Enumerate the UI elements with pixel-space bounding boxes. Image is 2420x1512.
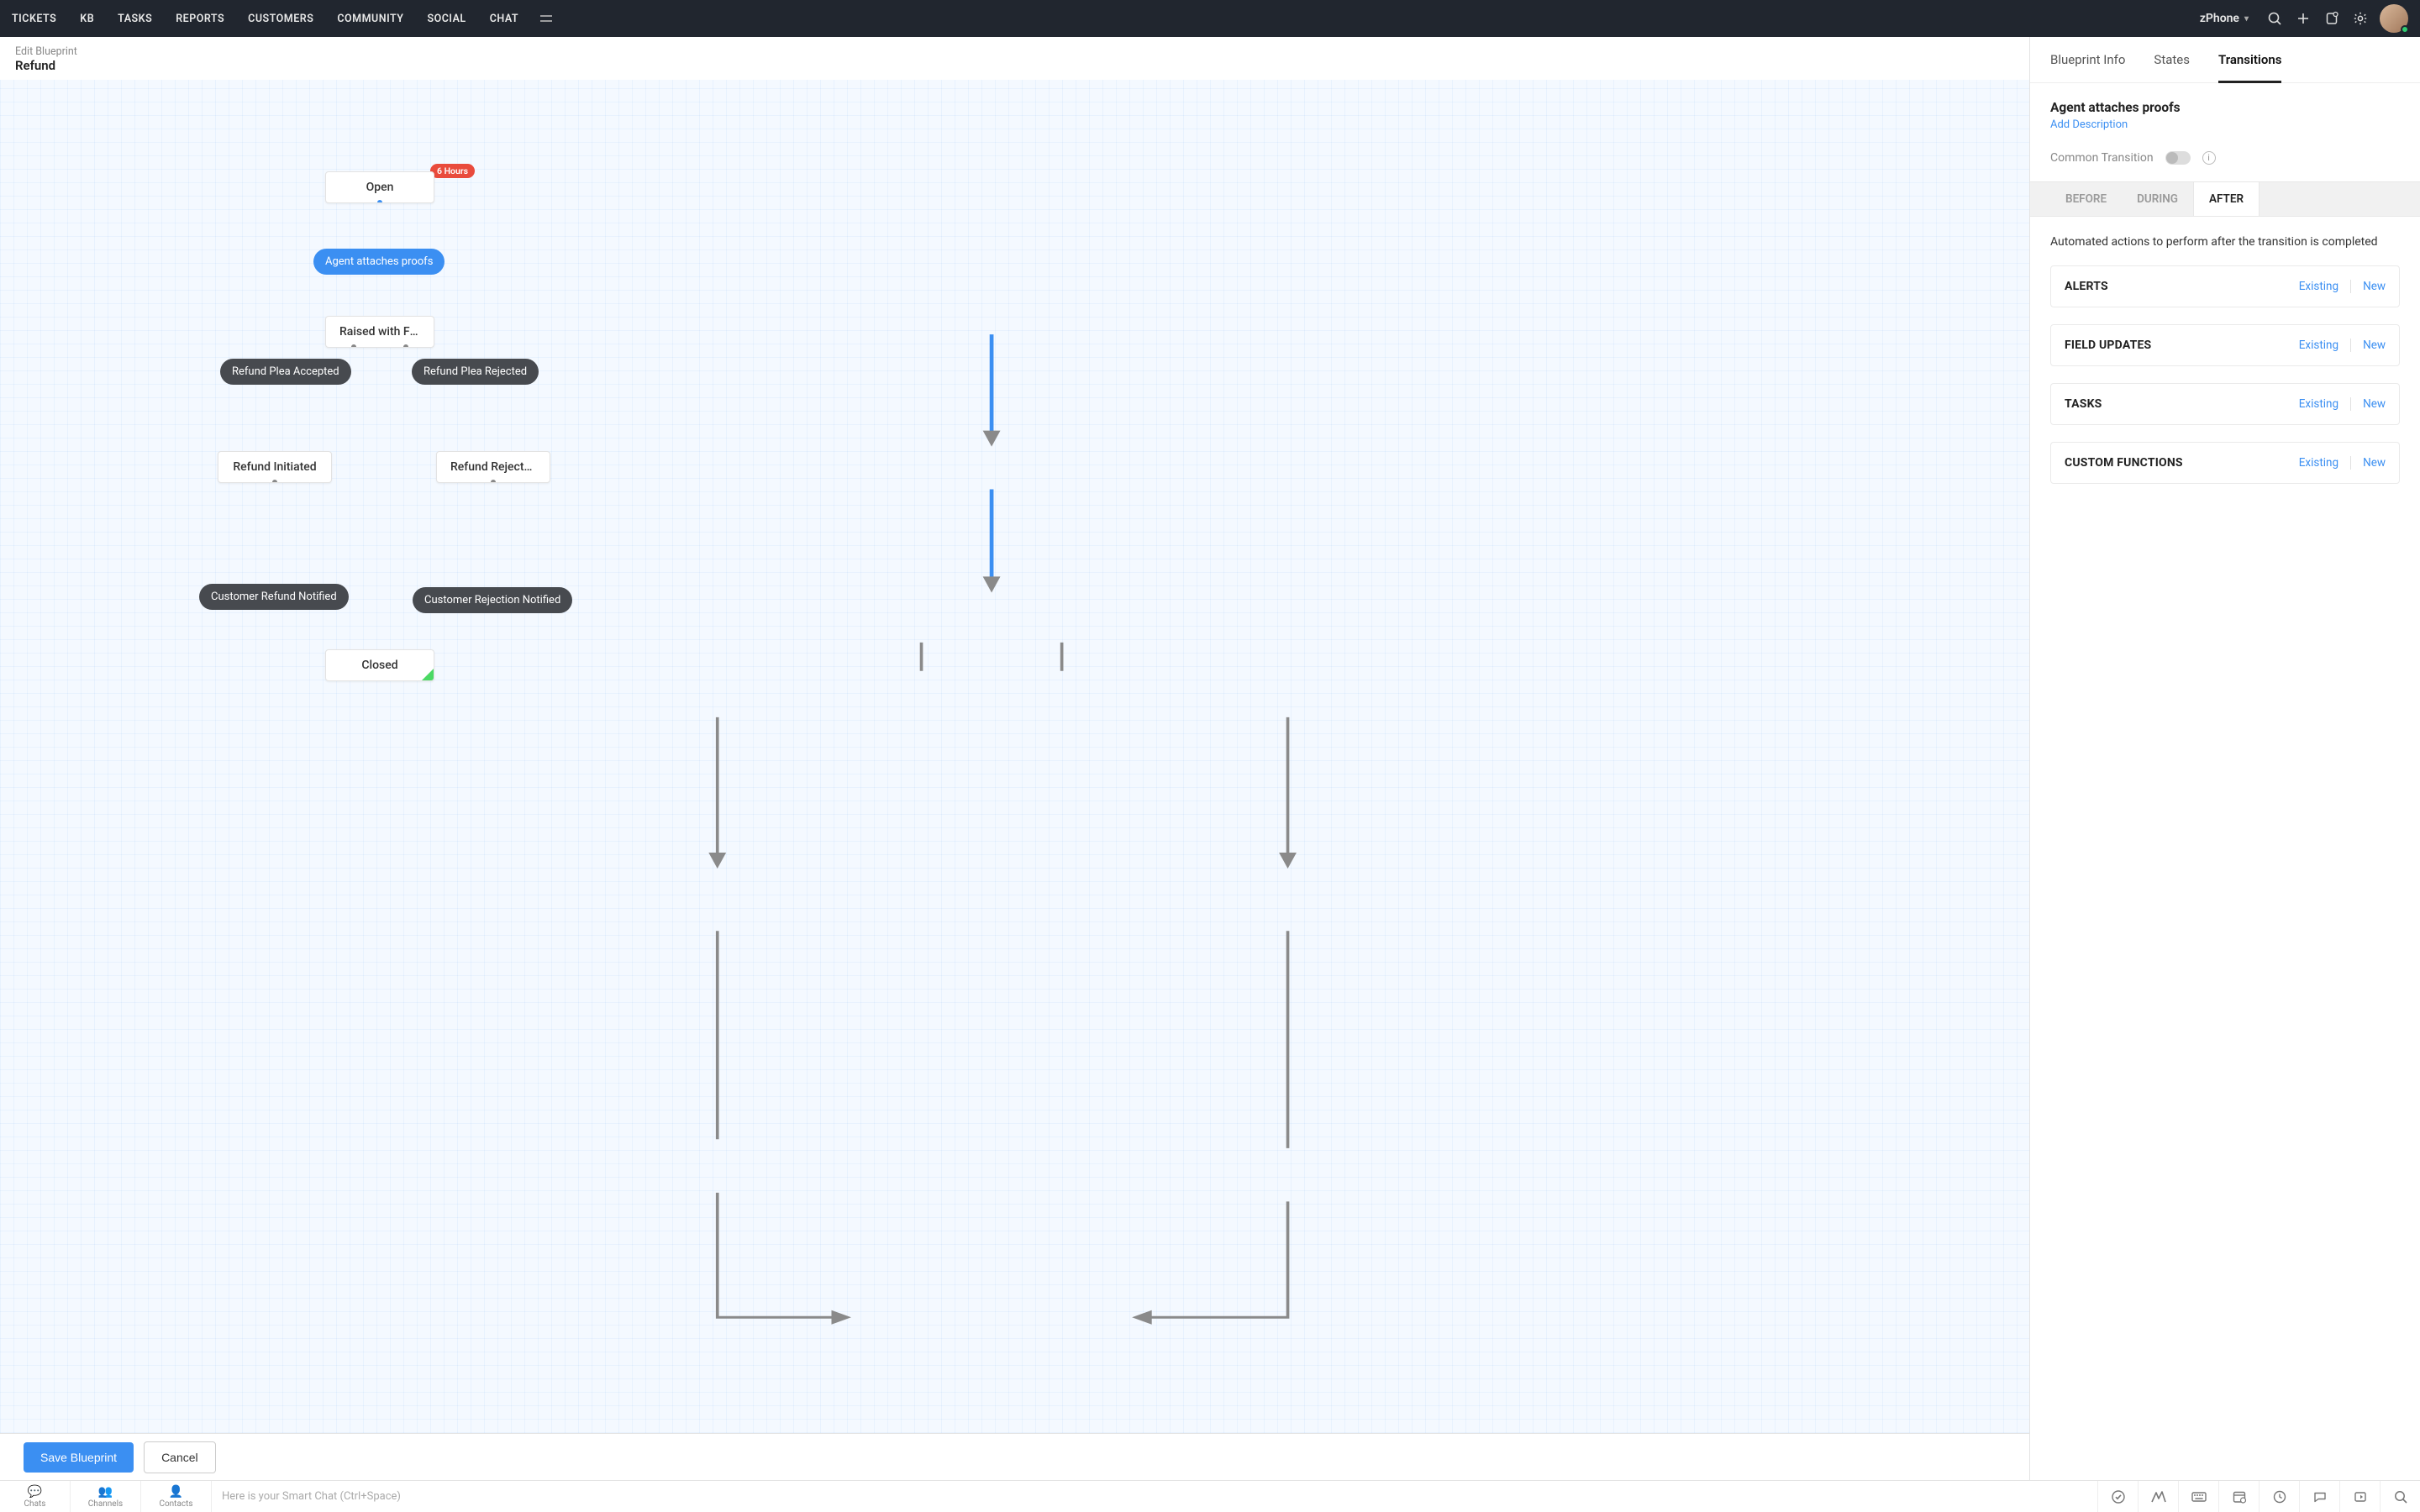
- nav-chat[interactable]: CHAT: [490, 13, 518, 25]
- action-alerts-title: ALERTS: [2065, 280, 2108, 293]
- action-tasks: TASKS Existing New: [2050, 383, 2400, 425]
- transition-attach-proof[interactable]: Agent attaches proofs: [313, 249, 445, 275]
- bottom-tab-contacts[interactable]: 👤 Contacts: [141, 1481, 212, 1512]
- phase-tabs: BEFORE DURING AFTER: [2030, 181, 2420, 217]
- contacts-icon: 👤: [169, 1485, 183, 1499]
- tool-keyboard-icon[interactable]: [2178, 1481, 2218, 1512]
- brand-name: zPhone: [2200, 12, 2239, 25]
- bottom-tab-contacts-label: Contacts: [159, 1499, 192, 1509]
- action-alerts-existing[interactable]: Existing: [2299, 280, 2338, 293]
- add-description-link[interactable]: Add Description: [2050, 118, 2128, 131]
- right-panel: Blueprint Info States Transitions Agent …: [2029, 37, 2420, 1480]
- canvas-footer: Save Blueprint Cancel: [0, 1433, 2029, 1480]
- state-refund-initiated[interactable]: Refund Initiated: [218, 451, 332, 483]
- tab-blueprint-info[interactable]: Blueprint Info: [2050, 52, 2125, 82]
- action-alerts: ALERTS Existing New: [2050, 265, 2400, 307]
- top-nav: TICKETS KB TASKS REPORTS CUSTOMERS COMMU…: [0, 0, 2420, 37]
- state-open[interactable]: Open: [325, 171, 434, 203]
- transition-plea-accepted[interactable]: Refund Plea Accepted: [220, 359, 351, 385]
- tool-search-icon[interactable]: [2380, 1481, 2420, 1512]
- notification-icon[interactable]: [2317, 4, 2346, 33]
- sla-badge: 6 Hours: [430, 164, 475, 178]
- action-custom-functions: CUSTOM FUNCTIONS Existing New: [2050, 442, 2400, 484]
- state-refund-rejected[interactable]: Refund Rejected: [436, 451, 550, 483]
- state-raised[interactable]: Raised with Fin...: [325, 316, 434, 348]
- tool-check-icon[interactable]: [2097, 1481, 2138, 1512]
- action-custom-functions-title: CUSTOM FUNCTIONS: [2065, 456, 2183, 470]
- action-field-updates-existing[interactable]: Existing: [2299, 339, 2338, 352]
- tab-transitions[interactable]: Transitions: [2218, 52, 2281, 83]
- smart-chat-placeholder: Here is your Smart Chat (Ctrl+Space): [222, 1490, 401, 1503]
- breadcrumb-crumb: Edit Blueprint: [15, 45, 2014, 58]
- phase-tab-before[interactable]: BEFORE: [2050, 182, 2122, 216]
- transition-title: Agent attaches proofs: [2050, 100, 2400, 115]
- action-field-updates-title: FIELD UPDATES: [2065, 339, 2151, 352]
- bottom-tab-chats-label: Chats: [24, 1499, 46, 1509]
- tool-comment-icon[interactable]: [2299, 1481, 2339, 1512]
- action-field-updates-new[interactable]: New: [2363, 339, 2386, 352]
- nav-community[interactable]: COMMUNITY: [337, 13, 403, 25]
- page-title: Refund: [15, 58, 2014, 73]
- tool-zia-icon[interactable]: [2138, 1481, 2178, 1512]
- transition-cust-refund-notified[interactable]: Customer Refund Notified: [199, 584, 349, 610]
- channels-icon: 👥: [98, 1485, 113, 1499]
- bottom-tab-channels[interactable]: 👥 Channels: [71, 1481, 141, 1512]
- nav-more-icon[interactable]: [539, 11, 554, 26]
- save-button[interactable]: Save Blueprint: [24, 1442, 134, 1473]
- tab-states[interactable]: States: [2154, 52, 2190, 82]
- blueprint-canvas[interactable]: 6 Hours Open Agent attaches proofs Raise…: [0, 80, 2029, 1433]
- info-icon[interactable]: i: [2202, 151, 2216, 165]
- bottom-tab-chats[interactable]: 💬 Chats: [0, 1481, 71, 1512]
- cancel-button[interactable]: Cancel: [144, 1441, 216, 1473]
- nav-kb[interactable]: KB: [80, 13, 94, 25]
- add-icon[interactable]: [2289, 4, 2317, 33]
- chevron-down-icon: ▾: [2244, 14, 2249, 24]
- presence-dot: [2401, 25, 2409, 34]
- smart-chat-input[interactable]: Here is your Smart Chat (Ctrl+Space): [212, 1481, 2097, 1512]
- common-transition-label: Common Transition: [2050, 151, 2154, 165]
- phase-tab-after[interactable]: AFTER: [2193, 182, 2260, 216]
- search-icon[interactable]: [2260, 4, 2289, 33]
- state-raised-label: Raised with Fin...: [339, 325, 429, 339]
- action-custom-functions-new[interactable]: New: [2363, 456, 2386, 470]
- tool-recent-icon[interactable]: [2259, 1481, 2299, 1512]
- nav-customers[interactable]: CUSTOMERS: [248, 13, 313, 25]
- state-refund-initiated-label: Refund Initiated: [233, 460, 316, 474]
- canvas-nodes: 6 Hours Open Agent attaches proofs Raise…: [0, 80, 2029, 1433]
- action-tasks-existing[interactable]: Existing: [2299, 397, 2338, 411]
- gear-icon[interactable]: [2346, 4, 2375, 33]
- bottom-tab-channels-label: Channels: [88, 1499, 123, 1509]
- tool-export-icon[interactable]: [2339, 1481, 2380, 1512]
- transition-cust-reject-notified[interactable]: Customer Rejection Notified: [413, 587, 572, 613]
- nav-items: TICKETS KB TASKS REPORTS CUSTOMERS COMMU…: [12, 13, 518, 25]
- chat-bubble-icon: 💬: [28, 1485, 42, 1499]
- state-open-label: Open: [366, 181, 394, 194]
- avatar[interactable]: [2380, 4, 2408, 33]
- action-tasks-title: TASKS: [2065, 397, 2102, 411]
- common-transition-toggle[interactable]: [2165, 151, 2191, 165]
- transition-plea-rejected[interactable]: Refund Plea Rejected: [412, 359, 539, 385]
- nav-reports[interactable]: REPORTS: [176, 13, 224, 25]
- state-closed[interactable]: › Closed ‹: [325, 649, 434, 681]
- state-refund-rejected-label: Refund Rejected: [450, 460, 537, 474]
- panel-tabs: Blueprint Info States Transitions: [2030, 37, 2420, 83]
- resize-handle-icon: [422, 669, 434, 680]
- breadcrumb: Edit Blueprint Refund: [0, 37, 2029, 80]
- nav-tickets[interactable]: TICKETS: [12, 13, 56, 25]
- nav-social[interactable]: SOCIAL: [427, 13, 466, 25]
- action-custom-functions-existing[interactable]: Existing: [2299, 456, 2338, 470]
- tool-calendar-icon[interactable]: [2218, 1481, 2259, 1512]
- action-tasks-new[interactable]: New: [2363, 397, 2386, 411]
- brand-switcher[interactable]: zPhone ▾: [2200, 12, 2249, 25]
- state-closed-label: Closed: [361, 659, 397, 672]
- action-alerts-new[interactable]: New: [2363, 280, 2386, 293]
- nav-tasks[interactable]: TASKS: [118, 13, 152, 25]
- canvas-area: Edit Blueprint Refund: [0, 37, 2029, 1480]
- phase-tab-during[interactable]: DURING: [2122, 182, 2193, 216]
- phase-description: Automated actions to perform after the t…: [2050, 235, 2400, 249]
- action-field-updates: FIELD UPDATES Existing New: [2050, 324, 2400, 366]
- bottom-bar: 💬 Chats 👥 Channels 👤 Contacts Here is yo…: [0, 1480, 2420, 1512]
